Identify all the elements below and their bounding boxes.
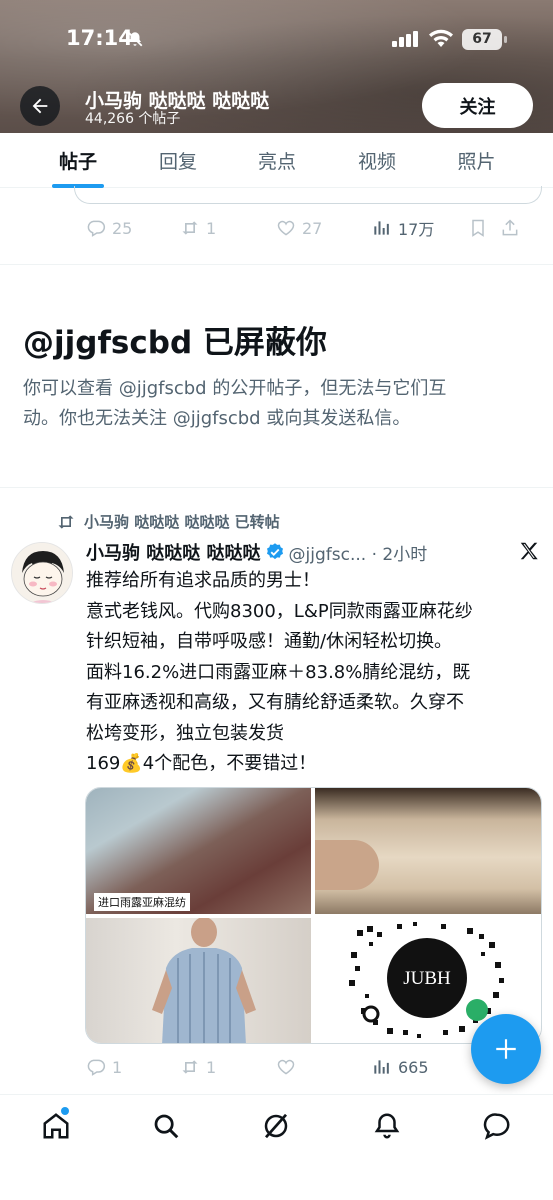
repost-icon <box>58 514 74 529</box>
media-model-photo[interactable] <box>86 918 311 1043</box>
repost-button[interactable]: 1 <box>180 213 276 243</box>
like-icon <box>277 220 295 236</box>
repost-count: 1 <box>206 218 217 238</box>
views-icon <box>374 221 389 235</box>
post-text-line: 松垮变形，独立包装发货 <box>86 722 284 744</box>
tab-photos[interactable]: 照片 <box>400 133 553 188</box>
search-icon[interactable] <box>151 1111 181 1141</box>
post-text-line: 169💰4个配色，不要错过！ <box>86 753 317 774</box>
blocked-title: @jjgfscbd 已屏蔽你 <box>23 325 327 361</box>
media-grid: 进口雨露亚麻混纺 JUBH <box>85 787 542 1044</box>
bell-off-icon <box>127 31 143 47</box>
post-text-line: 针织短袖，自带呼吸感！通勤/休闲轻松切换。 <box>86 631 453 652</box>
repost-button[interactable]: 1 <box>180 1052 276 1082</box>
battery-indicator: 67 <box>462 29 502 50</box>
media-caption: 进口雨露亚麻混纺 <box>94 893 190 911</box>
views-count: 17万 <box>398 220 435 239</box>
divider <box>0 487 553 488</box>
x-logo-icon <box>520 542 538 560</box>
post-text-line: 意式老钱风。代购8300，L&P同款雨露亚麻花纱 <box>86 600 473 622</box>
media-shirt-closeup-photo[interactable] <box>315 788 541 914</box>
reply-button[interactable]: 25 <box>86 213 180 243</box>
media-fabric-photo[interactable]: 进口雨露亚麻混纺 <box>86 788 311 914</box>
avatar[interactable] <box>11 542 73 604</box>
qr-brand-text: JUBH <box>403 968 451 989</box>
views-button[interactable]: 665 <box>372 1052 468 1082</box>
bottom-nav <box>0 1094 553 1200</box>
author-name[interactable]: 小马驹 哒哒哒 哒哒哒 <box>86 539 261 565</box>
avatar-image <box>12 543 72 603</box>
model-figure <box>152 918 256 1043</box>
views-icon <box>374 1060 389 1074</box>
grok-icon[interactable] <box>261 1111 291 1141</box>
reply-count: 1 <box>112 1057 123 1077</box>
views-button[interactable]: 17万 <box>372 213 468 243</box>
author-handle-time: @jjgfsc... · 2小时 <box>288 544 428 565</box>
profile-header: 17:14 67 小马驹 哒哒哒 哒哒哒 44,266 个帖子 关注 <box>0 0 553 133</box>
back-button[interactable] <box>20 86 60 126</box>
post-text: 推荐给所有追求品质的男士！ 意式老钱风。代购8300，L&P同款雨露亚麻花纱 针… <box>86 566 546 780</box>
post-text-line: 面料16.2%进口雨露亚麻＋83.8%腈纶混纺，既 <box>86 661 471 683</box>
wifi-icon <box>429 29 453 47</box>
like-button[interactable]: 27 <box>276 213 372 243</box>
retweet-indicator[interactable]: 小马驹 哒哒哒 哒哒哒 已转帖 <box>56 511 280 532</box>
share-icon <box>502 219 518 236</box>
reply-icon <box>87 220 106 237</box>
home-icon[interactable] <box>41 1111 71 1141</box>
post-actions: 1 1 665 <box>86 1052 526 1082</box>
tab-videos[interactable]: 视频 <box>354 133 400 188</box>
post-text-line: 推荐给所有追求品质的男士！ <box>86 570 320 591</box>
quoted-card-edge[interactable] <box>74 186 542 204</box>
tab-replies[interactable]: 回复 <box>156 133 200 188</box>
tab-highlights[interactable]: 亮点 <box>200 133 354 188</box>
bookmark-icon <box>472 219 484 237</box>
tab-posts[interactable]: 帖子 <box>0 133 156 188</box>
prev-post-actions: 25 1 27 17万 <box>86 213 526 243</box>
status-time: 17:14 <box>66 26 133 50</box>
bookmark-button[interactable] <box>468 213 500 243</box>
like-icon <box>277 1059 295 1075</box>
follow-button[interactable]: 关注 <box>422 83 533 128</box>
post-header: 小马驹 哒哒哒 哒哒哒 @jjgfsc... · 2小时 <box>86 538 541 566</box>
divider <box>0 264 553 265</box>
post-count: 44,266 个帖子 <box>85 111 181 127</box>
like-button[interactable] <box>276 1052 372 1082</box>
profile-tabs: 帖子 回复 亮点 视频 照片 <box>0 133 553 188</box>
notifications-icon[interactable] <box>372 1111 402 1141</box>
signal-icon <box>392 31 418 47</box>
post-text-line: 有亚麻透视和高级，又有腈纶舒适柔软。久穿不 <box>86 692 464 713</box>
verified-icon <box>266 543 283 560</box>
battery-tip <box>504 36 507 43</box>
retweet-label: 小马驹 哒哒哒 哒哒哒 已转帖 <box>84 513 280 531</box>
home-unread-dot <box>61 1107 69 1115</box>
blocked-desc-line: 动。你也无法关注 @jjgfscbd 或向其发送私信。 <box>23 408 411 429</box>
blocked-description: 你可以查看 @jjgfscbd 的公开帖子，但无法与它们互 动。你也无法关注 @… <box>23 374 533 434</box>
back-arrow-icon <box>32 98 48 114</box>
share-button[interactable] <box>500 213 526 243</box>
reply-button[interactable]: 1 <box>86 1052 180 1082</box>
views-count: 665 <box>398 1057 429 1077</box>
like-count: 27 <box>302 218 323 238</box>
repost-icon <box>182 1060 198 1074</box>
repost-icon <box>182 221 198 235</box>
blocked-desc-line: 你可以查看 @jjgfscbd 的公开帖子，但无法与它们互 <box>23 378 447 399</box>
compose-plus-icon <box>496 1039 516 1059</box>
reply-icon <box>87 1059 106 1076</box>
repost-count: 1 <box>206 1057 217 1077</box>
compose-button[interactable] <box>471 1014 541 1084</box>
reply-count: 25 <box>112 218 133 238</box>
messages-icon[interactable] <box>482 1111 512 1141</box>
